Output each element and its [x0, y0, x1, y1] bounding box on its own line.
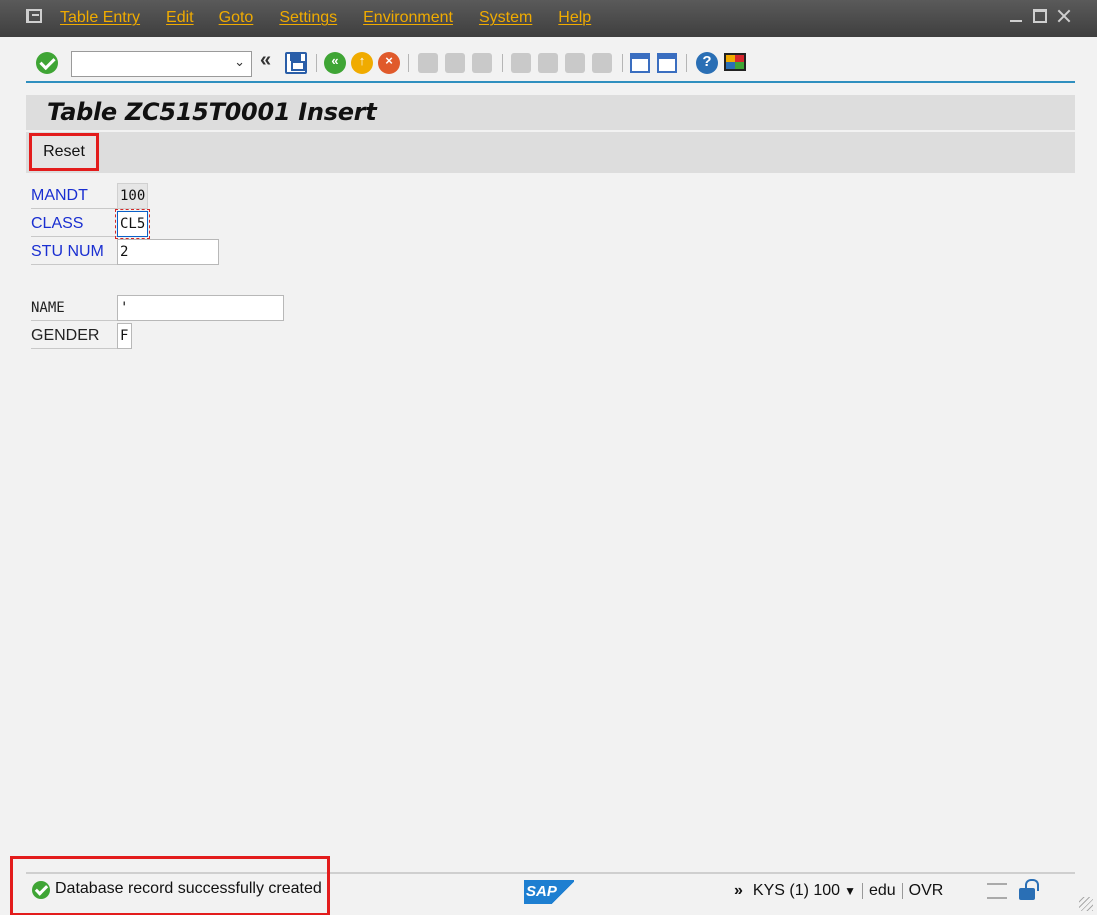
label-mandt: MANDT	[31, 183, 117, 209]
system-info: » KYS (1) 100 ▼ edu OVR	[734, 882, 943, 900]
reset-button[interactable]: Reset	[29, 133, 99, 171]
gender-field[interactable]: F	[117, 323, 132, 349]
window-controls	[1009, 9, 1071, 23]
next-page-icon[interactable]	[565, 53, 585, 73]
divider	[861, 883, 863, 899]
application-toolbar: Reset	[26, 132, 1075, 173]
menu-goto[interactable]: Goto	[219, 9, 254, 27]
status-icons	[987, 879, 1039, 900]
label-class: CLASS	[31, 211, 117, 237]
mandt-field: 100	[117, 183, 148, 209]
success-icon	[32, 881, 50, 899]
toolbar-separator	[408, 54, 409, 72]
title-bar: Table ZC515T0001 Insert	[26, 95, 1075, 130]
user-name: edu	[868, 882, 896, 899]
input-mode[interactable]: OVR	[909, 882, 944, 900]
collapse-command-icon[interactable]: «	[260, 49, 282, 71]
label-stu-num: STU NUM	[31, 239, 117, 265]
status-message-highlight[interactable]: Database record successfully created	[10, 856, 330, 915]
status-bar: Database record successfully created SAP…	[10, 856, 1075, 915]
class-field[interactable]: CL5	[115, 209, 150, 239]
status-message: Database record successfully created	[55, 880, 322, 897]
find-next-icon[interactable]	[472, 53, 492, 73]
find-icon[interactable]	[445, 53, 465, 73]
resize-grip-icon[interactable]	[1079, 897, 1093, 911]
maximize-icon[interactable]	[1033, 9, 1047, 23]
stu-num-field[interactable]: 2	[117, 239, 219, 265]
confirm-icon[interactable]	[36, 52, 58, 74]
new-session-icon[interactable]	[630, 53, 650, 73]
menu-items: Table Entry Edit Goto Settings Environme…	[60, 9, 591, 27]
cancel-icon[interactable]: ×	[378, 52, 400, 74]
sap-logo: SAP	[524, 880, 574, 904]
first-page-icon[interactable]	[511, 53, 531, 73]
divider	[901, 883, 903, 899]
menu-edit[interactable]: Edit	[166, 9, 194, 27]
exit-icon[interactable]: ↑	[351, 52, 373, 74]
chevron-down-icon[interactable]: ⌄	[234, 54, 245, 70]
menu-help[interactable]: Help	[558, 9, 591, 27]
system-id: KYS (1) 100	[752, 882, 841, 899]
label-gender: GENDER	[31, 323, 117, 349]
toolbar-separator	[316, 54, 317, 72]
label-name: NAME	[31, 295, 117, 321]
expand-status-icon[interactable]: »	[734, 882, 743, 900]
standard-toolbar: ⌄ « « ↑ × ?	[26, 45, 1075, 83]
last-page-icon[interactable]	[592, 53, 612, 73]
connection-icon	[987, 883, 1007, 899]
page-title: Table ZC515T0001 Insert	[47, 98, 377, 126]
menu-environment[interactable]: Environment	[363, 9, 453, 27]
chevron-down-icon[interactable]: ▼	[844, 884, 856, 898]
name-field[interactable]: '	[117, 295, 284, 321]
menu-table-entry[interactable]: Table Entry	[60, 9, 140, 27]
print-icon[interactable]	[418, 53, 438, 73]
back-icon[interactable]: «	[324, 52, 346, 74]
menu-settings[interactable]: Settings	[279, 9, 337, 27]
prev-page-icon[interactable]	[538, 53, 558, 73]
menu-bar: Table Entry Edit Goto Settings Environme…	[0, 0, 1097, 37]
lock-icon[interactable]	[1019, 879, 1039, 900]
toolbar-separator	[686, 54, 687, 72]
customize-layout-icon[interactable]	[724, 53, 746, 71]
menu-system[interactable]: System	[479, 9, 532, 27]
help-icon[interactable]: ?	[696, 52, 718, 74]
toolbar-separator	[622, 54, 623, 72]
app-menu-icon[interactable]	[26, 9, 42, 23]
toolbar-separator	[502, 54, 503, 72]
close-icon[interactable]	[1057, 9, 1071, 23]
command-field[interactable]: ⌄	[71, 51, 252, 77]
shortcut-icon[interactable]	[657, 53, 677, 73]
minimize-icon[interactable]	[1009, 9, 1023, 23]
save-icon[interactable]	[285, 52, 307, 74]
